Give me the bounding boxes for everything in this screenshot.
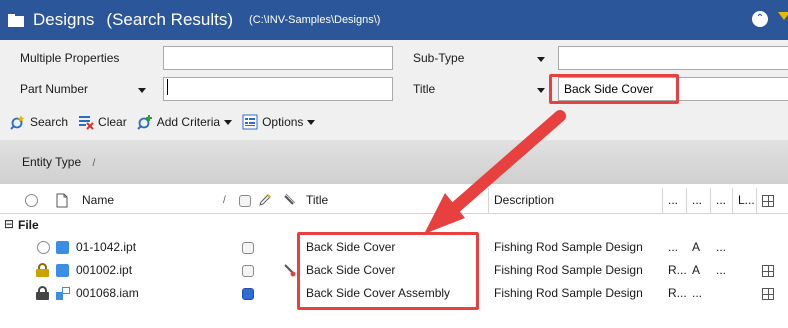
group-by-label: Entity Type (22, 155, 82, 169)
sub-type-input[interactable] (558, 46, 788, 70)
checkbox-column-icon[interactable] (239, 195, 251, 207)
title-highlight-box (549, 74, 679, 104)
pencil-icon (258, 193, 272, 210)
attachment-icon (282, 193, 296, 210)
options-label: Options (262, 115, 304, 129)
collapse-group-icon[interactable]: ⊟ (4, 217, 14, 231)
text-cursor (167, 79, 168, 95)
lock-open-icon (36, 263, 49, 277)
multiple-properties-input[interactable] (163, 46, 393, 70)
sub-type-label: Sub-Type (413, 51, 465, 65)
attachment-icon (284, 263, 296, 280)
row-name: 001068.iam (76, 286, 139, 300)
name-sort-icon: / (223, 195, 226, 206)
row-checkbox[interactable] (242, 265, 254, 277)
warning-icon[interactable] (778, 12, 788, 20)
chevron-down-icon (307, 119, 316, 125)
clear-icon (78, 114, 94, 130)
select-all-radio[interactable] (25, 194, 38, 207)
part-number-label: Part Number (20, 82, 89, 96)
column-c3[interactable]: ... (716, 193, 726, 207)
row-checkbox[interactable] (242, 288, 254, 300)
row-c2: ... (692, 286, 703, 300)
row-description: Fishing Rod Sample Design (494, 286, 643, 300)
search-button-label: Search (30, 115, 69, 129)
grid-column-icon[interactable] (762, 195, 774, 207)
row-c2: A (692, 240, 701, 254)
search-button[interactable]: Search (10, 114, 68, 130)
column-c2[interactable]: ... (692, 193, 702, 207)
part-number-input[interactable] (163, 77, 393, 101)
add-criteria-label: Add Criteria (156, 115, 221, 129)
row-c1: R... (668, 263, 687, 277)
lock-icon (36, 286, 49, 300)
row-description: Fishing Rod Sample Design (494, 240, 643, 254)
column-description[interactable]: Description (494, 193, 554, 207)
folder-path: (C:\INV-Samples\Designs\) (249, 14, 381, 26)
window-title-bar: Designs (Search Results) (C:\INV-Samples… (0, 0, 788, 40)
row-checkbox[interactable] (242, 242, 254, 254)
chevron-down-icon (224, 119, 233, 125)
part-file-icon (56, 264, 69, 277)
clear-button[interactable]: Clear (78, 114, 127, 130)
column-c1[interactable]: ... (668, 193, 678, 207)
row-name: 001002.ipt (76, 263, 133, 277)
results-highlight-box (297, 232, 479, 310)
row-c3: ... (716, 240, 727, 254)
assembly-file-icon (56, 287, 70, 300)
title-dropdown-icon[interactable] (537, 88, 545, 93)
row-radio[interactable] (37, 241, 50, 254)
row-c2: A (692, 263, 701, 277)
row-c1: R... (668, 286, 687, 300)
grid-icon (762, 288, 774, 300)
row-c1: ... (668, 240, 679, 254)
clear-button-label: Clear (98, 115, 127, 129)
part-file-icon (56, 241, 69, 254)
group-by-entity-type[interactable]: Entity Type / (16, 152, 101, 174)
search-toolbar: Search Clear Add Criteria Options (0, 108, 788, 136)
column-c4[interactable]: L... (738, 193, 755, 207)
column-title[interactable]: Title (306, 193, 328, 207)
row-name: 01-1042.ipt (76, 240, 137, 254)
options-icon (242, 114, 258, 130)
document-icon (56, 193, 68, 211)
folder-icon (8, 13, 24, 27)
row-description: Fishing Rod Sample Design (494, 263, 643, 277)
grid-header: Name / Title Description ... ... ... L..… (0, 188, 788, 214)
group-label: File (18, 218, 39, 232)
sort-icon: / (92, 158, 96, 169)
options-button[interactable]: Options (242, 114, 316, 130)
row-c3: ... (716, 263, 727, 277)
sub-type-dropdown-icon[interactable] (537, 57, 545, 62)
column-name[interactable]: Name (82, 193, 114, 207)
title-label: Title (413, 82, 436, 96)
part-number-dropdown-icon[interactable] (138, 88, 146, 93)
search-icon (10, 114, 26, 130)
collapse-icon[interactable]: ⌃ (752, 11, 768, 27)
group-by-panel: Entity Type / (0, 140, 788, 184)
multiple-properties-label: Multiple Properties (20, 51, 120, 65)
add-criteria-button[interactable]: Add Criteria (137, 114, 233, 130)
window-title: Designs (33, 10, 95, 29)
grid-icon (762, 265, 774, 277)
add-criteria-icon (137, 114, 153, 130)
window-subtitle: (Search Results) (106, 10, 234, 29)
